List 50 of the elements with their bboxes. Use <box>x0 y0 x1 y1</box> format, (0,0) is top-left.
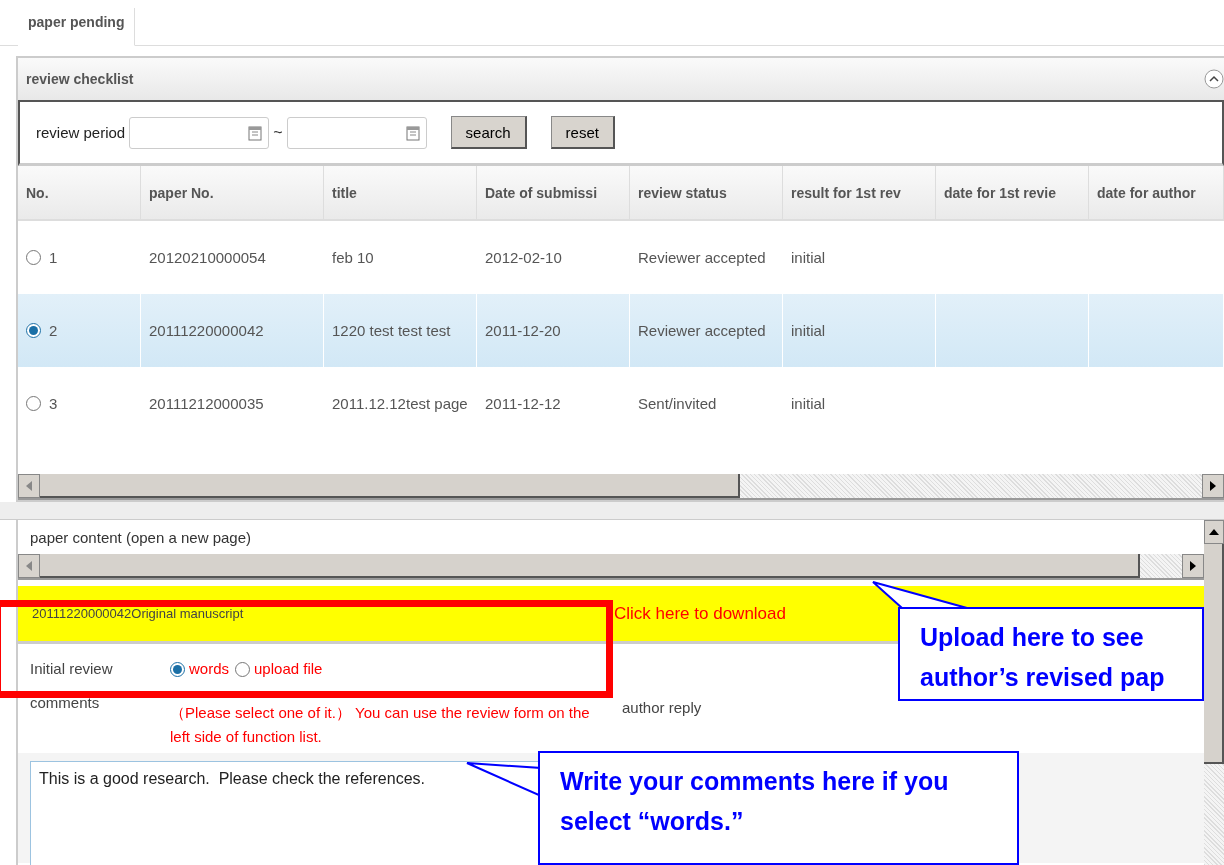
scroll-up-icon[interactable] <box>1204 520 1224 544</box>
column-header[interactable]: review status <box>630 166 783 221</box>
scroll-right-icon[interactable] <box>1182 554 1204 578</box>
table-cell[interactable]: 2 <box>18 294 141 367</box>
row-radio[interactable] <box>26 250 41 265</box>
column-header[interactable]: date for 1st revie <box>936 166 1089 221</box>
review-label: Initial review comments <box>30 659 114 713</box>
scroll-right-icon[interactable] <box>1202 474 1224 498</box>
callout: Write your comments here if you select “words.” <box>538 751 1019 865</box>
author-reply-label: author reply <box>621 697 702 716</box>
table-cell: 2011-12-20 <box>477 294 630 367</box>
option-radio[interactable] <box>235 661 250 677</box>
row-number: 2 <box>49 321 58 341</box>
column-header[interactable]: date for author <box>1089 166 1224 221</box>
download-link[interactable]: Click here to download <box>614 603 786 624</box>
vertical-scrollbar[interactable] <box>1204 520 1224 865</box>
tab[interactable]: paper pending <box>18 8 136 46</box>
range-separator: ~ <box>273 123 283 142</box>
option-label[interactable]: words <box>170 652 229 686</box>
calendar-icon[interactable] <box>405 124 420 141</box>
row-number: 1 <box>49 248 58 268</box>
table-cell: initial <box>783 294 936 367</box>
paper-content-link[interactable]: paper content (open a new page) <box>30 528 251 546</box>
collapse-icon[interactable] <box>1204 69 1224 89</box>
column-header[interactable]: result for 1st rev <box>783 166 936 221</box>
row-radio[interactable] <box>26 323 41 338</box>
panel-title: review checklist <box>26 71 134 87</box>
scrollbar-thumb[interactable] <box>40 474 740 498</box>
column-header[interactable]: Date of submissi <box>477 166 630 221</box>
search-form-button[interactable]: reset <box>550 116 615 149</box>
date-field[interactable] <box>129 116 270 149</box>
file-name: 20111220000042Original manuscript <box>31 606 245 621</box>
column-header[interactable]: paper No. <box>141 166 324 221</box>
search-form-button[interactable]: search <box>450 116 527 149</box>
horizontal-scrollbar[interactable] <box>18 474 1224 500</box>
row-number: 3 <box>49 394 58 414</box>
row-radio[interactable] <box>26 396 41 411</box>
review-period-label: review period <box>36 124 126 141</box>
column-header[interactable]: No. <box>18 166 141 221</box>
calendar-icon[interactable] <box>248 124 263 141</box>
option-radio[interactable] <box>170 661 185 677</box>
column-header[interactable]: title <box>324 166 477 221</box>
date-field[interactable] <box>286 116 427 149</box>
hint-text: （Please select one of it.） You can use the review form on the left side of function list. <box>170 702 591 747</box>
option-label[interactable]: upload file <box>235 652 323 686</box>
table-cell: 1220 test test test <box>324 294 477 367</box>
comment-field[interactable]: This is a good research. Please check the references. <box>30 760 540 865</box>
table-cell: Reviewer accepted <box>630 294 783 367</box>
table-cell: 20111220000042 <box>141 294 324 367</box>
scrollbar-thumb[interactable] <box>1204 544 1224 764</box>
